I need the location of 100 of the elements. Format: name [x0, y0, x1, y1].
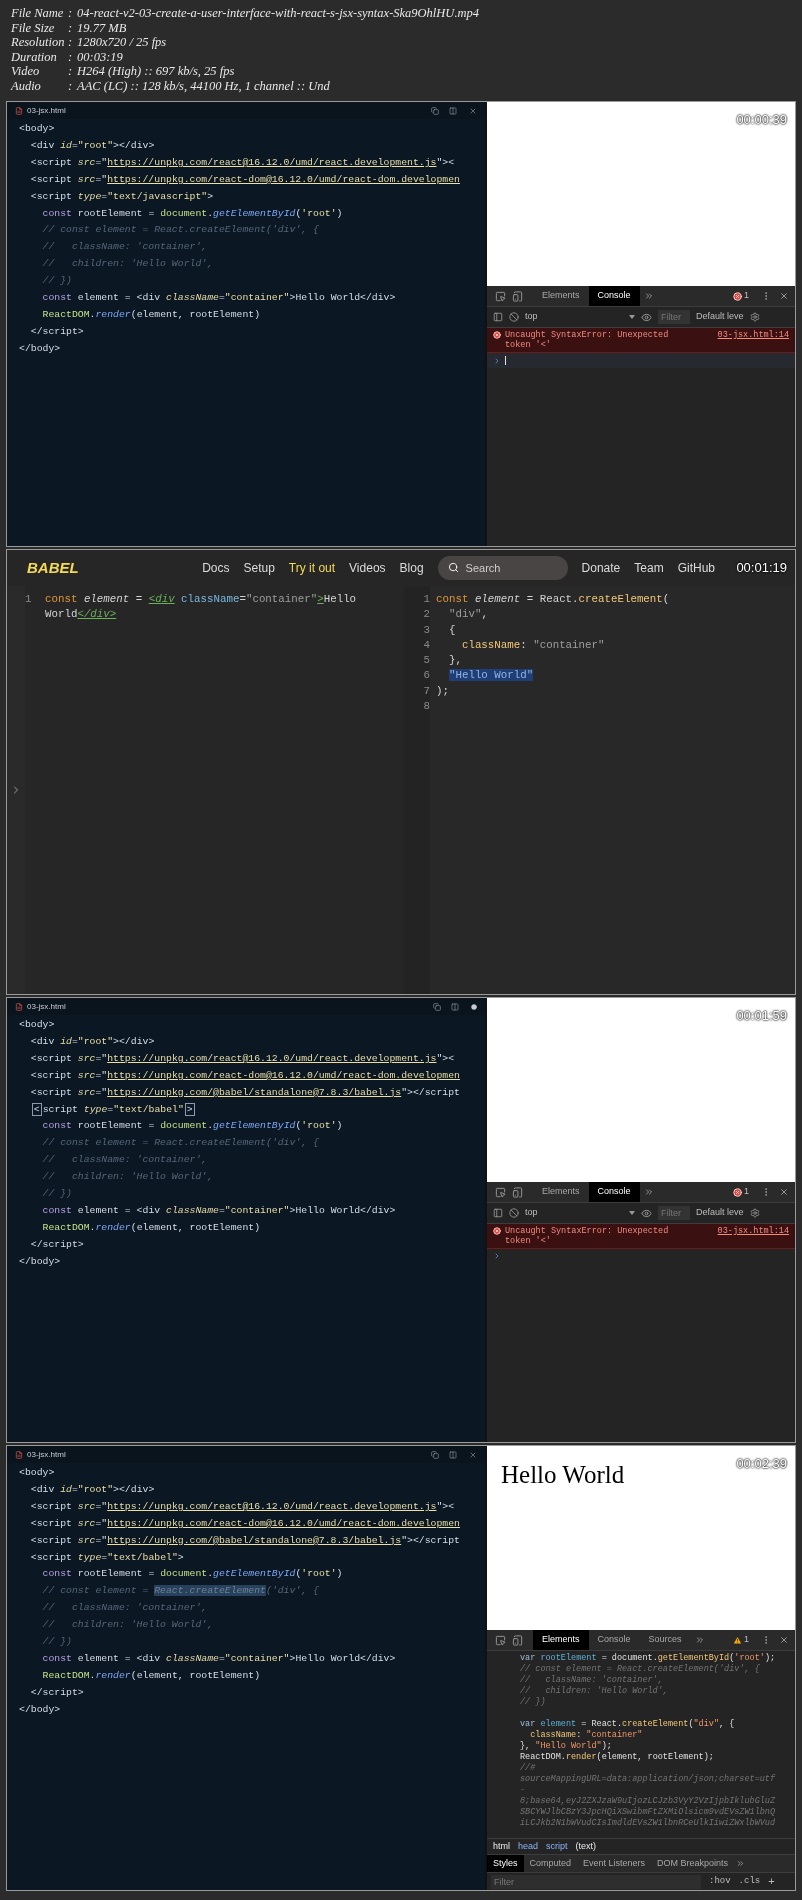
- styles-filter-field[interactable]: Filter: [491, 1874, 701, 1889]
- code-line: // }): [41, 274, 72, 289]
- filter-field[interactable]: Filter: [658, 1206, 690, 1220]
- devtools-tab[interactable]: Console: [588, 1630, 640, 1650]
- styles-pane-tab[interactable]: DOM Breakpoints: [651, 1855, 735, 1872]
- file-tab[interactable]: 03-jsx.html: [27, 1448, 66, 1461]
- code-line: ReactDOM.render(element, rootElement): [41, 1220, 261, 1235]
- code-line: const element = <div className="container">Hello World</div>: [41, 1203, 396, 1218]
- code-line: const element = <div className="container">Hello World</div>: [41, 291, 396, 306]
- device-toolbar-icon[interactable]: [512, 1634, 523, 1646]
- close-icon[interactable]: [469, 1450, 477, 1459]
- info-value: AAC (LC) :: 128 kb/s, 44100 Hz, 1 channel :: Und: [77, 78, 330, 94]
- close-icon[interactable]: [469, 106, 477, 115]
- more-tabs-icon[interactable]: [643, 291, 654, 301]
- nav-link[interactable]: Setup: [243, 559, 275, 577]
- video-timestamp: 00:01:19: [736, 559, 787, 577]
- issue-count[interactable]: 1: [744, 289, 749, 303]
- video-timestamp: 00:02:39: [736, 1455, 787, 1473]
- breadcrumb[interactable]: html: [493, 1839, 510, 1854]
- code-line: "div",: [447, 607, 488, 623]
- copy-icon[interactable]: [433, 1002, 441, 1011]
- close-icon[interactable]: [779, 1635, 789, 1645]
- info-label: File Name: [11, 6, 65, 21]
- line-number: 8: [422, 699, 430, 715]
- hover-state-toggle[interactable]: :hov: [709, 1874, 731, 1889]
- nav-link[interactable]: Team: [634, 559, 664, 577]
- context-dropdown[interactable]: top: [525, 1206, 635, 1220]
- class-toggle[interactable]: .cls: [738, 1874, 761, 1889]
- eye-icon[interactable]: [641, 1207, 652, 1219]
- sidebar-icon[interactable]: [493, 1208, 503, 1218]
- devtools-tab[interactable]: Sources: [639, 1630, 691, 1650]
- styles-pane-tab[interactable]: Event Listeners: [577, 1855, 652, 1872]
- file-tab[interactable]: 03-jsx.html: [27, 104, 66, 117]
- code-line: ReactDOM.render(element, rootElement): [41, 1668, 261, 1683]
- more-tabs-icon[interactable]: [736, 1859, 746, 1868]
- log-levels-dropdown[interactable]: Default leve: [696, 310, 744, 324]
- more-tabs-icon[interactable]: [643, 1187, 654, 1197]
- search-field[interactable]: Search: [437, 556, 568, 580]
- code-line: // const element = React.createElement('div', {: [41, 1584, 319, 1599]
- nav-link[interactable]: Blog: [399, 559, 424, 577]
- filter-field[interactable]: Filter: [658, 310, 690, 324]
- nav-link[interactable]: Docs: [202, 559, 230, 577]
- devtools-tab[interactable]: Elements: [533, 1182, 589, 1202]
- info-separator: :: [68, 78, 74, 94]
- code-line: // className: 'container',: [41, 1601, 208, 1616]
- breadcrumb[interactable]: script: [546, 1839, 568, 1854]
- devtools-tab[interactable]: Elements: [533, 286, 589, 306]
- breadcrumb[interactable]: (text): [575, 1839, 597, 1854]
- close-icon[interactable]: [779, 291, 789, 301]
- code-line: <body>: [19, 1466, 55, 1480]
- issue-count[interactable]: 1: [744, 1185, 749, 1199]
- context-dropdown[interactable]: top: [525, 310, 635, 324]
- code-line: <script type="text/babel">: [29, 1550, 184, 1565]
- styles-pane-tab[interactable]: Computed: [523, 1855, 578, 1872]
- page-heading: Hello World: [501, 1460, 625, 1490]
- split-editor-icon[interactable]: [451, 1002, 459, 1011]
- split-editor-icon[interactable]: [449, 1450, 457, 1459]
- devtools-tab[interactable]: Console: [588, 1182, 640, 1202]
- new-rule-button[interactable]: +: [768, 1873, 775, 1890]
- settings-icon[interactable]: [749, 1208, 760, 1218]
- device-toolbar-icon[interactable]: [512, 290, 523, 302]
- more-tabs-icon[interactable]: [694, 1635, 705, 1645]
- eye-icon[interactable]: [641, 311, 652, 323]
- code-line: </body>: [19, 1254, 61, 1269]
- code-line: 8;base64,eyJ2ZXJzaW9uIjozLCJzb3VyY2VzIjpbIklubGluZ: [520, 1796, 776, 1807]
- log-levels-dropdown[interactable]: Default leve: [696, 1206, 744, 1220]
- copy-icon[interactable]: [431, 1450, 439, 1459]
- breadcrumb[interactable]: head: [518, 1839, 539, 1854]
- source-link[interactable]: 03-jsx.html:14: [717, 1226, 789, 1236]
- error-text: Uncaught SyntaxError: Unexpected token '<': [505, 330, 670, 350]
- babel-logo[interactable]: BABEL: [27, 556, 79, 580]
- code-line: // }): [41, 1635, 72, 1650]
- nav-link[interactable]: GitHub: [677, 559, 715, 577]
- copy-icon[interactable]: [431, 106, 439, 115]
- clear-console-icon[interactable]: [509, 1208, 519, 1218]
- styles-pane-tab[interactable]: Styles: [487, 1855, 524, 1872]
- close-icon[interactable]: [779, 1187, 789, 1197]
- devtools-tab[interactable]: Elements: [533, 1630, 589, 1650]
- source-link[interactable]: 03-jsx.html:14: [717, 330, 789, 340]
- line-number: 4: [422, 637, 430, 653]
- nav-link[interactable]: Donate: [581, 559, 621, 577]
- nav-link[interactable]: Videos: [349, 559, 386, 577]
- inspect-icon[interactable]: [495, 290, 506, 302]
- code-line: <body>: [19, 1018, 55, 1032]
- devtools-tab[interactable]: Console: [588, 286, 640, 306]
- unsaved-dot-icon[interactable]: [471, 1003, 477, 1010]
- inspect-icon[interactable]: [495, 1634, 506, 1646]
- file-tab[interactable]: 03-jsx.html: [27, 1000, 66, 1013]
- sidebar-icon[interactable]: [493, 312, 503, 322]
- settings-icon[interactable]: [749, 312, 760, 322]
- split-editor-icon[interactable]: [449, 106, 457, 115]
- prompt-icon: [493, 1252, 501, 1260]
- inspect-icon[interactable]: [495, 1186, 506, 1198]
- code-line: sourceMappingURL=data:application/json;charset=utf: [520, 1774, 776, 1785]
- code-line: // children: 'Hello World',: [41, 1170, 214, 1185]
- nav-link[interactable]: Try it out: [288, 559, 336, 577]
- clear-console-icon[interactable]: [509, 312, 519, 322]
- device-toolbar-icon[interactable]: [512, 1186, 523, 1198]
- issue-count[interactable]: 1: [744, 1633, 749, 1647]
- info-separator: :: [68, 64, 74, 79]
